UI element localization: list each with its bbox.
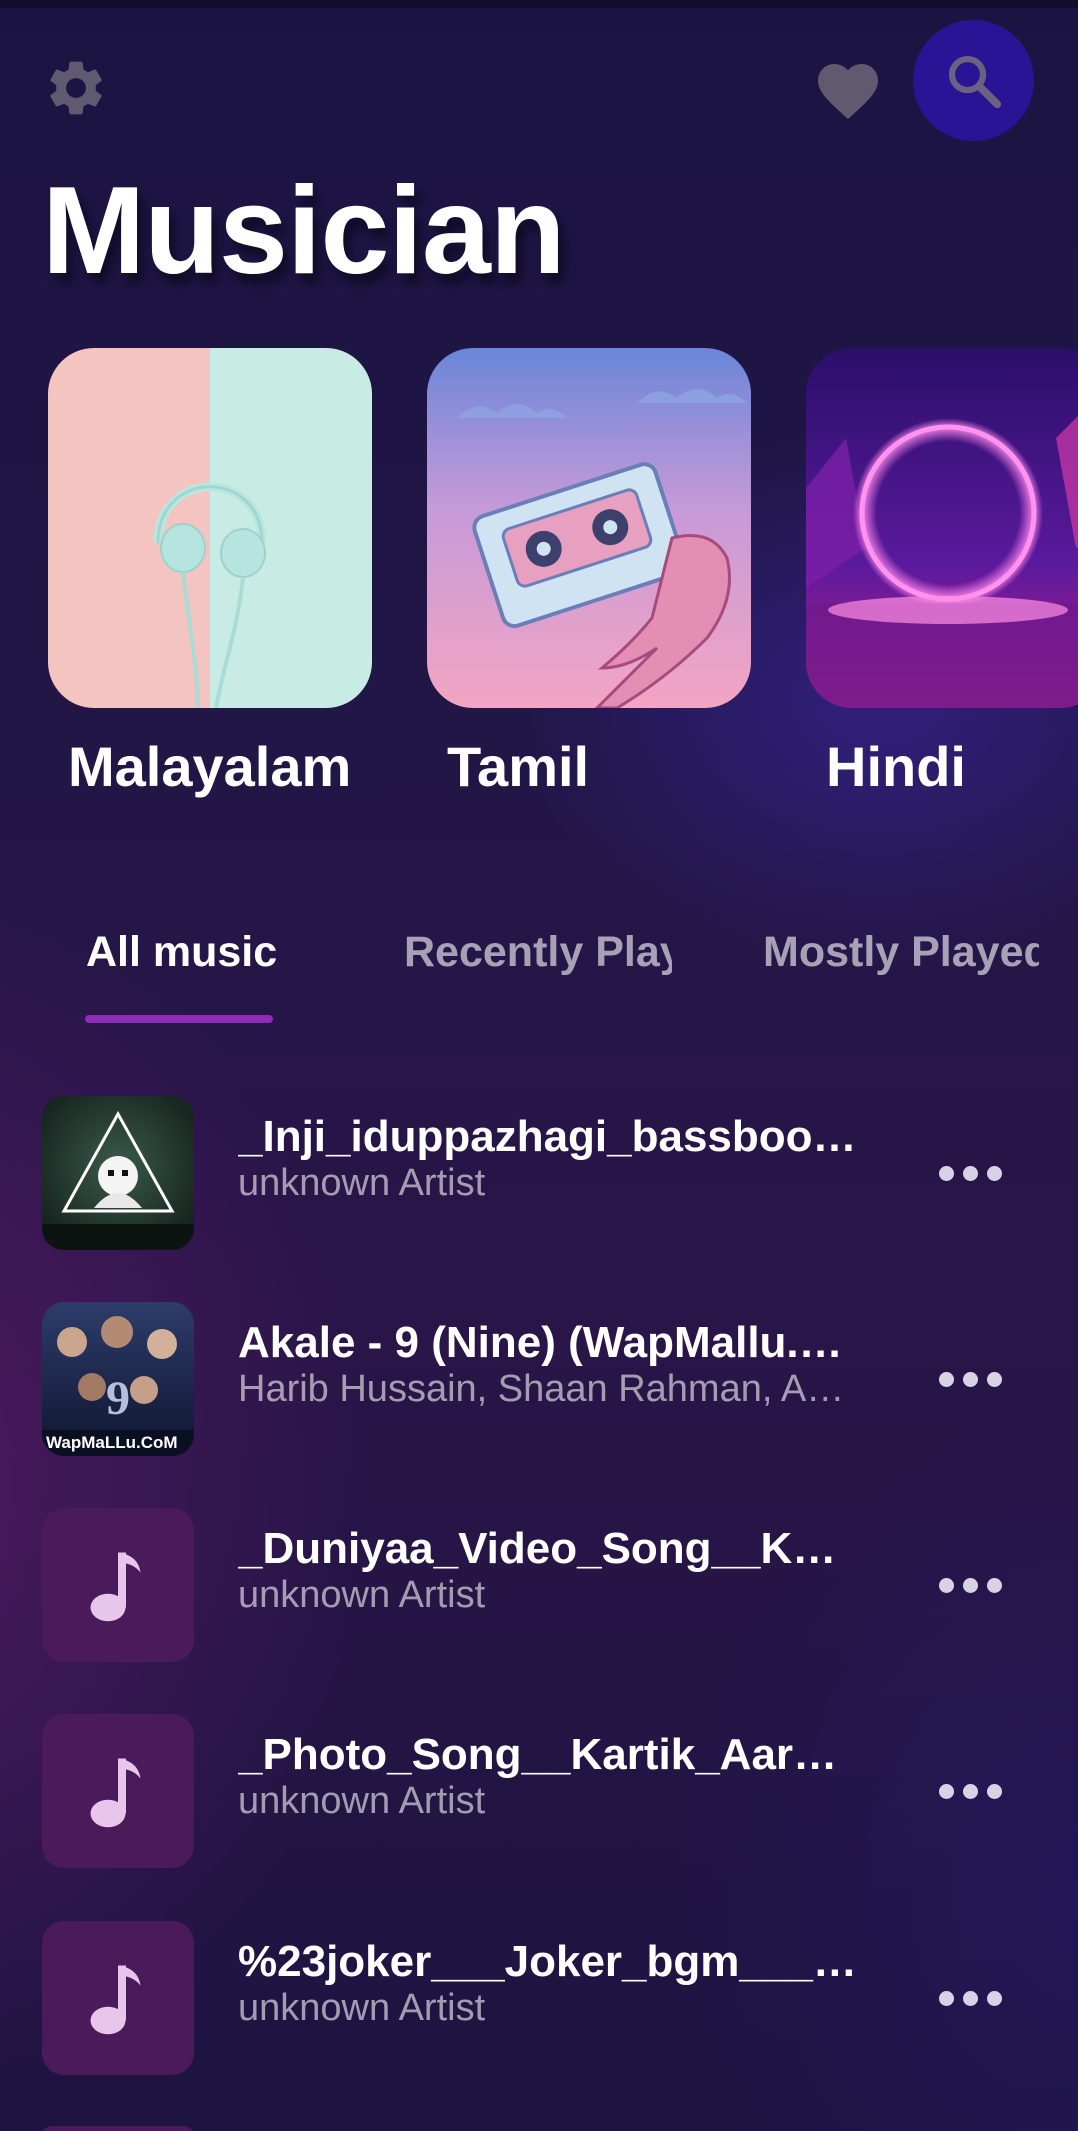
more-dot: [938, 1165, 954, 1181]
song-thumbnail: [42, 1714, 194, 1868]
poster-caption: WapMaLLu.CoM: [46, 1433, 178, 1452]
song-title: Akale - 9 (Nine) (WapMallu.C...: [238, 1318, 858, 1367]
svg-text:9: 9: [106, 1372, 130, 1425]
tab-all-music[interactable]: All music: [86, 928, 346, 977]
headphones-artwork: [48, 348, 372, 708]
category-card-malayalam[interactable]: [48, 348, 372, 708]
category-label-malayalam: Malayalam: [68, 735, 352, 798]
settings-button[interactable]: [40, 52, 112, 124]
song-title: _Photo_Song__Kartik_Aaryan...: [238, 1730, 858, 1779]
more-dot: [986, 1165, 1002, 1181]
triangle-dj-art: [42, 1096, 194, 1250]
song-title: _Duniyaa_Video_Song__Karti...: [238, 1524, 858, 1573]
song-artist: unknown Artist: [238, 1162, 486, 1204]
category-card-tamil[interactable]: [427, 348, 751, 708]
more-dot: [962, 1577, 978, 1593]
song-row[interactable]: %23joker___Joker_bgm___Jo... unknown Art…: [0, 1921, 1078, 2081]
song-artist: unknown Artist: [238, 1987, 486, 2029]
category-card-hindi[interactable]: [806, 348, 1078, 708]
more-dot: [962, 1165, 978, 1181]
more-options-button[interactable]: [930, 1354, 1010, 1404]
search-icon: [948, 55, 1001, 108]
status-bar-strip: [0, 0, 1078, 8]
more-dot: [962, 1990, 978, 2006]
more-dot: [938, 1577, 954, 1593]
more-dot: [938, 1783, 954, 1799]
active-tab-indicator: [85, 1015, 273, 1023]
category-label-hindi: Hindi: [826, 735, 966, 798]
more-dot: [986, 1783, 1002, 1799]
favorites-button[interactable]: [808, 50, 888, 126]
more-dot: [986, 1577, 1002, 1593]
more-dot: [938, 1990, 954, 2006]
tab-recently-played[interactable]: Recently Played: [404, 928, 672, 977]
song-title: %23joker___Joker_bgm___Jo...: [238, 1937, 858, 1986]
song-artist: Harib Hussain, Shaan Rahman, An...: [238, 1368, 848, 1410]
song-row[interactable]: _Photo_Song__Kartik_Aaryan... unknown Ar…: [0, 1714, 1078, 1874]
song-row[interactable]: 9 WapMaLLu.CoM Akale - 9 (Nine) (WapMall…: [0, 1302, 1078, 1462]
more-dot: [986, 1371, 1002, 1387]
song-row[interactable]: _Duniyaa_Video_Song__Karti... unknown Ar…: [0, 1508, 1078, 1668]
category-label-tamil: Tamil: [447, 735, 590, 798]
music-note-icon: [90, 1552, 141, 1622]
gear-icon: [50, 61, 102, 115]
heart-icon: [818, 64, 878, 120]
more-options-button[interactable]: [930, 1148, 1010, 1198]
cassette-artwork: [427, 348, 751, 708]
song-thumbnail: [42, 1921, 194, 2075]
more-dot: [962, 1783, 978, 1799]
song-thumbnail: 9 WapMaLLu.CoM: [42, 1302, 194, 1456]
song-row[interactable]: _Inji_iduppazhagi_bassboote... unknown A…: [0, 1096, 1078, 1256]
music-note-icon: [90, 1965, 141, 2035]
more-dot: [962, 1371, 978, 1387]
app-title: Musician: [42, 162, 566, 300]
more-dot: [986, 1990, 1002, 2006]
more-dot: [938, 1371, 954, 1387]
song-row-partial[interactable]: [42, 2126, 194, 2131]
neon-ring-artwork: [806, 348, 1078, 708]
search-button[interactable]: [913, 20, 1034, 141]
song-thumbnail: [42, 1096, 194, 1250]
more-options-button[interactable]: [930, 1560, 1010, 1610]
song-thumbnail: [42, 1508, 194, 1662]
more-options-button[interactable]: [930, 1973, 1010, 2023]
song-artist: unknown Artist: [238, 1574, 486, 1616]
more-options-button[interactable]: [930, 1766, 1010, 1816]
music-note-icon: [90, 1758, 141, 1828]
song-title: _Inji_iduppazhagi_bassboote...: [238, 1112, 858, 1161]
song-artist: unknown Artist: [238, 1780, 486, 1822]
tab-mostly-played[interactable]: Mostly Played: [763, 928, 1039, 977]
